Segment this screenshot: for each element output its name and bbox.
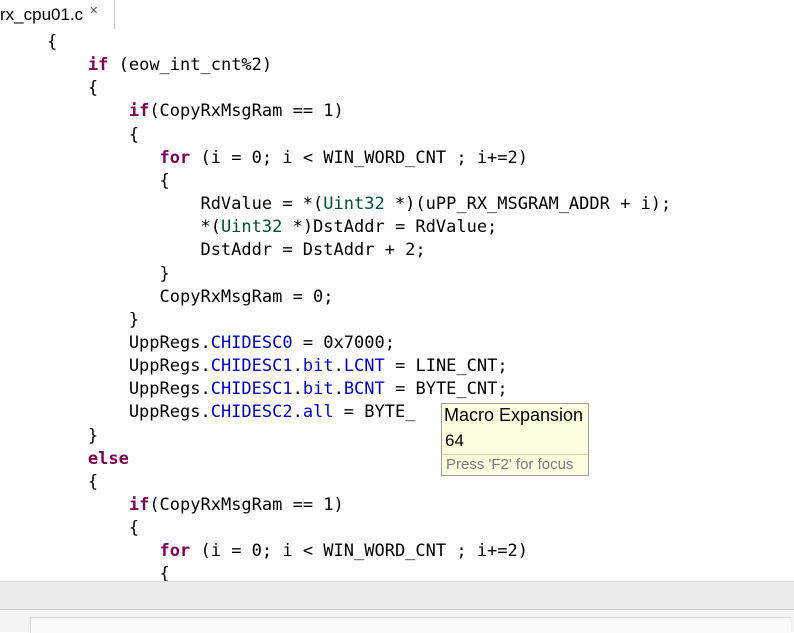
- code-token: *(: [6, 217, 221, 238]
- tooltip-title: Macro Expansion: [444, 405, 584, 425]
- code-token: *)DstAddr = RdValue;: [282, 217, 498, 238]
- code-token: CHIDESC2: [210, 402, 293, 423]
- code-line: {: [6, 170, 170, 193]
- code-line: *(Uint32 *)DstAddr = RdValue;: [6, 216, 497, 239]
- code-token: = BYTE_: [333, 402, 416, 423]
- code-token: if: [128, 495, 150, 515]
- code-token: for: [159, 147, 191, 168]
- code-token: CHIDESC0: [210, 332, 293, 353]
- code-token: bit: [302, 356, 334, 377]
- editor-tab-bar: rx_cpu01.c ✕: [0, 0, 794, 30]
- code-token: .: [292, 402, 303, 423]
- code-token: {: [6, 124, 140, 145]
- code-line: {: [6, 517, 139, 540]
- code-line: else: [6, 448, 129, 471]
- code-editor[interactable]: { if (eow_int_cnt%2) { if(CopyRxMsgRam =…: [0, 29, 794, 581]
- code-token: if: [128, 101, 150, 122]
- bottom-panel: [0, 609, 794, 633]
- code-token: CHIDESC1: [210, 356, 293, 377]
- code-line: if (eow_int_cnt%2): [6, 54, 272, 77]
- code-line: for (i = 0; i < WIN_WORD_CNT ; i+=2): [6, 147, 528, 170]
- code-token: .: [333, 356, 344, 377]
- code-line: {: [6, 77, 98, 100]
- code-line: UppRegs.CHIDESC0 = 0x7000;: [6, 332, 395, 355]
- tab-rx-cpu01[interactable]: rx_cpu01.c ✕: [0, 0, 115, 29]
- code-token: (i = 0; i < WIN_WORD_CNT ; i+=2): [190, 147, 529, 168]
- code-line: {: [6, 563, 170, 581]
- code-line: {: [6, 124, 139, 147]
- code-token: {: [6, 170, 170, 191]
- tooltip-value: 64: [445, 431, 464, 450]
- code-token: CopyRxMsgRam = 0;: [6, 286, 334, 307]
- code-token: LCNT: [343, 356, 385, 377]
- code-line: }: [6, 309, 139, 332]
- code-token: *)(uPP_RX_MSGRAM_ADDR + i);: [384, 194, 672, 215]
- code-token: if: [87, 55, 109, 76]
- code-token: UppRegs.: [6, 332, 211, 353]
- code-token: BCNT: [343, 379, 385, 400]
- code-line: UppRegs.CHIDESC1.bit.LCNT = LINE_CNT;: [6, 355, 508, 378]
- code-token: UppRegs.: [6, 379, 211, 400]
- code-token: .: [292, 356, 303, 377]
- code-token: Uint32: [323, 194, 385, 215]
- code-token: (i = 0; i < WIN_WORD_CNT ; i+=2): [190, 541, 529, 562]
- code-token: {: [6, 471, 99, 492]
- code-line: RdValue = *(Uint32 *)(uPP_RX_MSGRAM_ADDR…: [6, 193, 671, 216]
- tab-label: rx_cpu01.c: [0, 4, 84, 24]
- code-line: }: [6, 263, 170, 286]
- code-token: }: [6, 309, 140, 330]
- code-token: Uint32: [220, 217, 283, 238]
- code-line: if(CopyRxMsgRam == 1): [6, 494, 344, 517]
- code-token: }: [6, 263, 170, 284]
- code-token: all: [302, 402, 334, 423]
- code-line: {: [6, 471, 98, 494]
- code-line: for (i = 0; i < WIN_WORD_CNT ; i+=2): [6, 540, 528, 563]
- code-token: UppRegs.: [6, 402, 211, 423]
- close-icon[interactable]: ✕: [89, 4, 98, 17]
- code-token: = BYTE_CNT;: [384, 379, 508, 400]
- code-token: DstAddr = DstAddr + 2;: [6, 240, 426, 261]
- code-token: {: [6, 564, 170, 581]
- code-token: else: [87, 448, 129, 469]
- code-line: CopyRxMsgRam = 0;: [6, 286, 334, 309]
- code-line: }: [6, 425, 98, 448]
- code-token: = 0x7000;: [292, 332, 395, 353]
- code-line: DstAddr = DstAddr + 2;: [6, 239, 426, 262]
- code-token: RdValue = *(: [6, 194, 324, 215]
- code-token: {: [6, 518, 140, 539]
- horizontal-scrollbar[interactable]: [0, 581, 794, 610]
- code-token: UppRegs.: [6, 356, 211, 377]
- code-token: .: [333, 379, 344, 400]
- code-token: {: [6, 78, 99, 99]
- code-token: (CopyRxMsgRam == 1): [149, 495, 344, 515]
- code-token: {: [6, 32, 58, 52]
- code-line: if(CopyRxMsgRam == 1): [6, 100, 344, 123]
- code-token: bit: [302, 379, 334, 400]
- code-token: CHIDESC1: [210, 379, 293, 400]
- code-token: (CopyRxMsgRam == 1): [149, 101, 344, 122]
- code-token: (eow_int_cnt%2): [108, 55, 273, 76]
- code-token: .: [292, 379, 303, 400]
- code-token: }: [6, 425, 99, 446]
- code-line: UppRegs.CHIDESC2.all = BYTE_: [6, 401, 416, 424]
- code-line: UppRegs.CHIDESC1.bit.BCNT = BYTE_CNT;: [6, 378, 508, 401]
- tooltip-hint: Press 'F2' for focus: [442, 454, 588, 475]
- code-token: for: [159, 541, 191, 562]
- macro-expansion-tooltip[interactable]: Macro Expansion 64 Press 'F2' for focus: [441, 403, 589, 476]
- code-line: {: [6, 31, 57, 54]
- code-token: = LINE_CNT;: [384, 356, 508, 377]
